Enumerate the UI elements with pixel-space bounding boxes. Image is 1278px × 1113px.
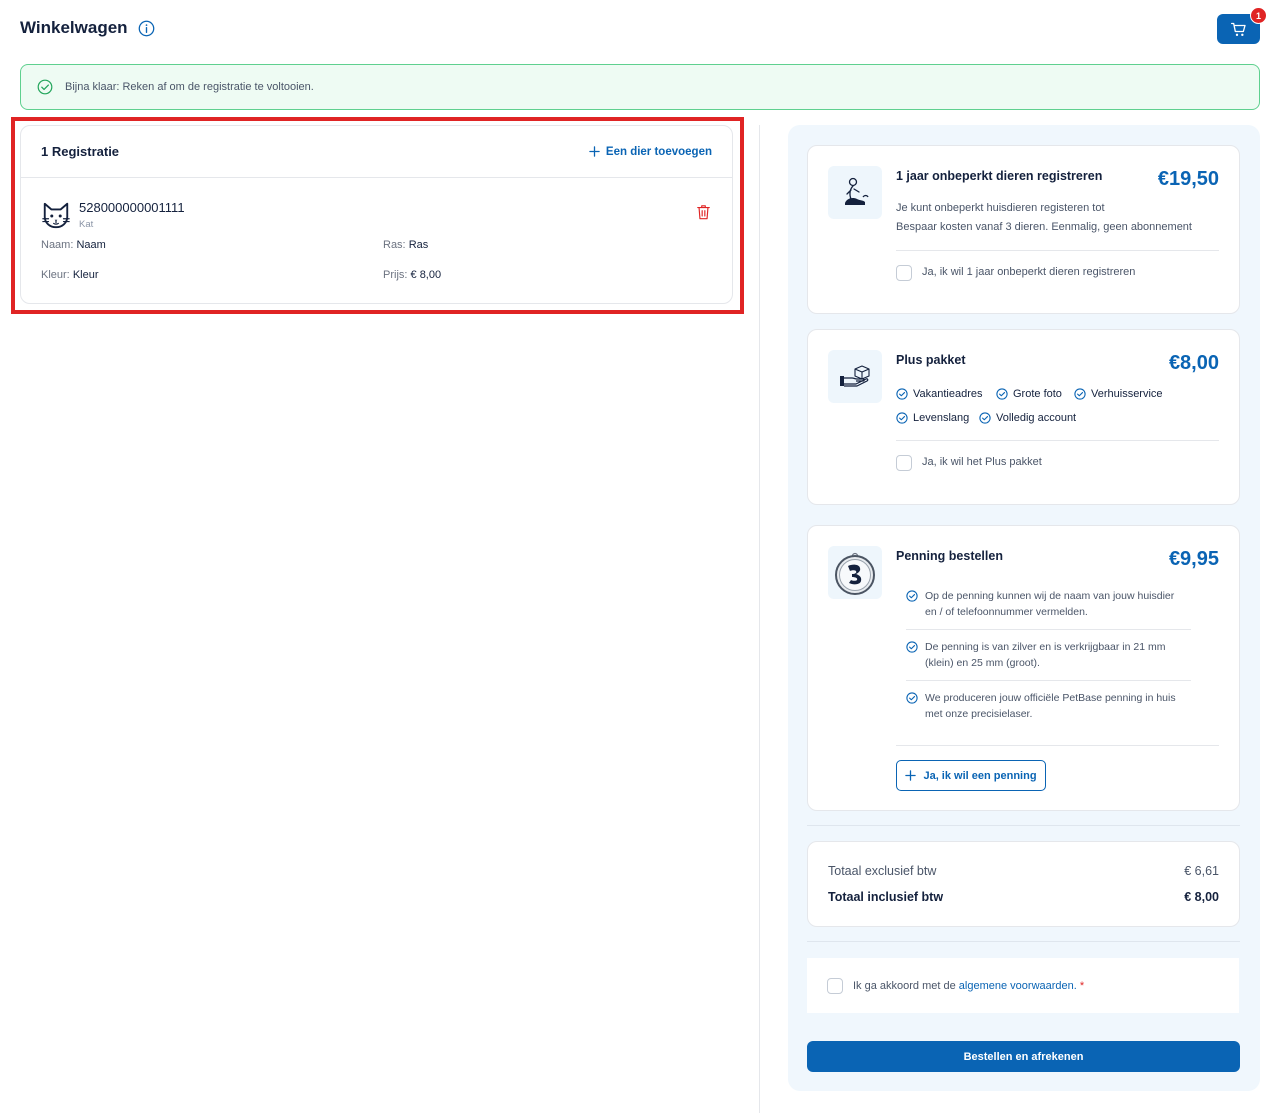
person-with-dog-icon bbox=[845, 177, 869, 205]
check-circle-icon bbox=[906, 590, 918, 602]
plus-feature: Vakantieadres bbox=[896, 388, 983, 400]
animal-row: 528000000001111 Kat Naam: Naam Ras: Ras … bbox=[21, 178, 732, 304]
unlimited-checkbox-label[interactable]: Ja, ik wil 1 jaar onbeperkt dieren regis… bbox=[922, 266, 1135, 278]
terms-row: Ik ga akkoord met de algemene voorwaarde… bbox=[807, 958, 1239, 1013]
plus-feature: Grote foto bbox=[996, 388, 1062, 400]
product-price-unlimited: €19,50 bbox=[1157, 168, 1219, 190]
column-divider bbox=[759, 125, 760, 1113]
plus-icon bbox=[589, 146, 600, 157]
total-excl-row: Totaal exclusief btw € 6,61 bbox=[828, 864, 1219, 878]
plus-checkbox-label[interactable]: Ja, ik wil het Plus pakket bbox=[922, 456, 1042, 468]
check-circle-icon bbox=[996, 388, 1008, 400]
cart-icon bbox=[1230, 22, 1246, 36]
terms-checkbox[interactable] bbox=[827, 977, 843, 994]
divider bbox=[906, 680, 1191, 681]
check-circle-icon bbox=[906, 641, 918, 653]
field-price: Prijs: € 8,00 bbox=[383, 269, 442, 281]
divider bbox=[807, 825, 1240, 826]
registration-card: 1 Registratie Een dier toevoegen 5280000… bbox=[20, 125, 733, 304]
penning-feature: De penning is van zilver en is verkrijgb… bbox=[906, 639, 1206, 671]
page-title: Winkelwagen bbox=[20, 18, 128, 37]
success-alert: Bijna klaar: Reken af om de registratie … bbox=[20, 64, 1260, 110]
product-price-penning: €9,95 bbox=[1168, 548, 1219, 570]
product-image-unlimited bbox=[828, 166, 882, 219]
product-penning: Penning bestellen €9,95 Op de penning ku… bbox=[807, 525, 1240, 811]
product-price-plus: €8,00 bbox=[1168, 352, 1219, 374]
cat-icon bbox=[42, 202, 70, 229]
check-circle-icon bbox=[1074, 388, 1086, 400]
product-image-plus bbox=[828, 350, 882, 403]
totals-card: Totaal exclusief btw € 6,61 Totaal inclu… bbox=[807, 841, 1240, 927]
plus-feature: Levenslang bbox=[896, 412, 969, 424]
cart-count-badge: 1 bbox=[1250, 7, 1267, 24]
page-header: Winkelwagen bbox=[20, 18, 155, 38]
check-circle-icon bbox=[37, 79, 53, 95]
penning-feature: Op de penning kunnen wij de naam van jou… bbox=[906, 588, 1206, 620]
pet-tag-icon bbox=[835, 552, 875, 595]
divider bbox=[906, 629, 1191, 630]
check-circle-icon bbox=[896, 388, 908, 400]
terms-link[interactable]: algemene voorwaarden. bbox=[959, 980, 1077, 992]
registration-title: 1 Registratie bbox=[41, 144, 120, 159]
required-marker: * bbox=[1079, 979, 1085, 992]
product-title-penning: Penning bestellen bbox=[896, 549, 1003, 563]
info-icon[interactable] bbox=[138, 20, 155, 37]
add-penning-button[interactable]: Ja, ik wil een penning bbox=[896, 760, 1046, 791]
plus-feature: Volledig account bbox=[979, 412, 1076, 424]
plus-feature: Verhuisservice bbox=[1074, 388, 1163, 400]
check-circle-icon bbox=[979, 412, 991, 424]
chip-number: 528000000001111 bbox=[79, 200, 185, 215]
add-animal-button[interactable]: Een dier toevoegen bbox=[589, 146, 712, 158]
add-animal-label: Een dier toevoegen bbox=[605, 145, 712, 158]
product-plus: Plus pakket €8,00 Vakantieadres Grote fo… bbox=[807, 329, 1240, 505]
alert-text: Bijna klaar: Reken af om de registratie … bbox=[65, 81, 314, 93]
hand-with-box-icon bbox=[840, 364, 870, 387]
terms-text: Ik ga akkoord met de algemene voorwaarde… bbox=[853, 979, 1085, 992]
plus-checkbox[interactable] bbox=[896, 455, 912, 471]
plus-icon bbox=[905, 770, 917, 781]
registration-header: 1 Registratie Een dier toevoegen bbox=[21, 126, 732, 178]
unlimited-checkbox[interactable] bbox=[896, 265, 912, 281]
divider bbox=[896, 250, 1219, 251]
check-circle-icon bbox=[906, 692, 918, 704]
divider bbox=[807, 941, 1240, 942]
product-title-unlimited: 1 jaar onbeperkt dieren registreren bbox=[896, 169, 1103, 183]
trash-icon[interactable] bbox=[696, 204, 711, 220]
divider bbox=[896, 745, 1219, 746]
field-color: Kleur: Kleur bbox=[41, 269, 99, 281]
product-unlimited: 1 jaar onbeperkt dieren registreren €19,… bbox=[807, 145, 1240, 314]
total-incl-row: Totaal inclusief btw € 8,00 bbox=[828, 890, 1219, 904]
penning-feature: We produceren jouw officiële PetBase pen… bbox=[906, 690, 1206, 722]
product-image-penning bbox=[828, 546, 882, 599]
check-circle-icon bbox=[896, 412, 908, 424]
animal-type: Kat bbox=[79, 219, 94, 230]
product-desc-unlimited: Je kunt onbeperkt huisdieren registeren … bbox=[896, 202, 1192, 233]
field-name: Naam: Naam bbox=[41, 239, 106, 251]
order-checkout-button[interactable]: Bestellen en afrekenen bbox=[807, 1041, 1240, 1072]
divider bbox=[896, 440, 1219, 441]
field-breed: Ras: Ras bbox=[383, 239, 429, 251]
product-title-plus: Plus pakket bbox=[896, 353, 966, 367]
